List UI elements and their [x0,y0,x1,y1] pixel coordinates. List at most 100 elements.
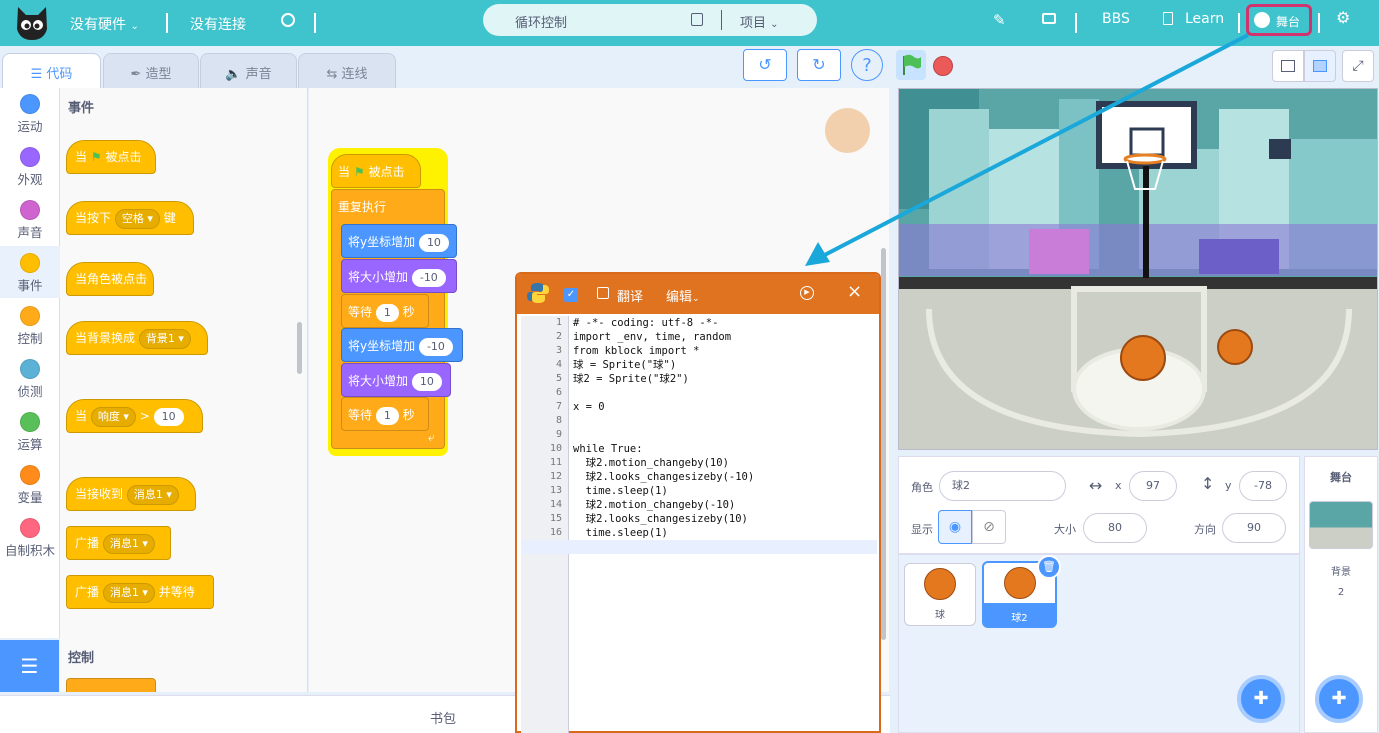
edit-menu[interactable]: 编辑⌄ [666,286,700,305]
line-number: 5 [555,373,562,384]
block-when-key-pressed[interactable]: 当按下 空格 ▾ 键 [66,201,194,235]
pencil-icon[interactable]: ✎ [993,11,1006,29]
direction-input[interactable]: 90 [1222,513,1286,543]
script-wait[interactable]: 等待 1 秒 [341,294,429,328]
script-change-y[interactable]: 将y坐标增加 10 [341,224,457,258]
checkbox-icon[interactable]: ✓ [564,288,578,302]
small-stage-button[interactable] [1272,50,1304,82]
block-broadcast[interactable]: 广播 消息1 ▾ [66,526,171,560]
divider [721,10,722,30]
script-when-flag-clicked[interactable]: 当 ⚑ 被点击 [331,154,421,188]
save-icon[interactable] [691,13,703,26]
workspace-scrollbar[interactable] [881,248,886,640]
palette-scrollbar[interactable] [297,322,302,374]
project-menu[interactable]: 项目 ⌄ [740,12,779,31]
message-dropdown[interactable]: 消息1 ▾ [102,583,155,603]
script-wait[interactable]: 等待 1 秒 [341,397,429,431]
category-operators[interactable]: 运算 [0,412,60,453]
x-input[interactable]: 97 [1129,471,1177,501]
block-text: 当背景换成 [75,331,136,345]
stage-mode-toggle[interactable]: 舞台 [1246,4,1312,36]
block-partial[interactable] [66,678,156,692]
line-number: 15 [549,513,562,524]
category-looks[interactable]: 外观 [0,147,60,188]
line-number: 7 [555,401,562,412]
block-text: 当 [75,150,88,164]
app-logo[interactable] [14,3,50,41]
show-hidden-button[interactable]: ⊘ [972,510,1006,544]
script-change-size[interactable]: 将大小增加 10 [341,363,451,397]
delete-sprite-button[interactable]: 🗑 [1037,555,1061,579]
category-sensing[interactable]: 侦测 [0,359,60,400]
sprite-thumbnail [1003,567,1036,599]
value-input[interactable]: 1 [375,407,399,425]
extensions-button[interactable]: ☰ [0,640,59,692]
code-line: while True: [573,443,643,455]
add-sprite-button[interactable]: ✚ [1237,675,1285,723]
sprite-name-input[interactable]: 球2 [939,471,1066,501]
ball2-sprite[interactable] [1217,329,1253,365]
value-input[interactable]: 10 [153,408,184,426]
message-dropdown[interactable]: 消息1 ▾ [126,485,179,505]
key-dropdown[interactable]: 空格 ▾ [114,209,160,229]
category-motion[interactable]: 运动 [0,94,60,135]
value-input[interactable]: 10 [411,373,442,391]
undo-button[interactable]: ↺ [743,49,787,81]
speaker-icon: 🔈 [225,67,242,82]
block-when-loudness[interactable]: 当 响度 ▾ > 10 [66,399,203,433]
category-events[interactable]: 事件 [0,246,60,298]
bbs-link[interactable]: BBS [1102,11,1130,27]
block-when-flag-clicked[interactable]: 当 ⚑ 被点击 [66,140,156,174]
fullscreen-button[interactable]: ⤢ [1342,50,1374,82]
gear-icon[interactable]: ⚙ [1336,8,1350,27]
category-variables[interactable]: 变量 [0,465,60,506]
tab-costumes[interactable]: ✒ 造型 [103,53,199,89]
hardware-menu[interactable]: 没有硬件 ⌄ [70,14,139,34]
script-change-y[interactable]: 将y坐标增加 -10 [341,328,463,362]
block-text: 当按下 [75,211,112,225]
tab-sounds[interactable]: 🔈 声音 [200,53,297,89]
project-name[interactable]: 循环控制 [515,12,567,31]
value-input[interactable]: 1 [375,304,399,322]
value-input[interactable]: 10 [418,234,449,252]
tab-wiring[interactable]: ⇆ 连线 [298,53,396,89]
message-dropdown[interactable]: 消息1 ▾ [102,534,155,554]
python-editor-window: ✓ 翻译 编辑⌄ ▶ × 1234567891011121314151617 #… [515,272,881,733]
tab-code[interactable]: ☰ 代码 [2,53,101,89]
line-number: 16 [549,527,562,538]
ball-sprite[interactable] [1120,335,1166,381]
y-input[interactable]: -78 [1239,471,1287,501]
block-when-receive[interactable]: 当接收到 消息1 ▾ [66,477,196,511]
connection-status[interactable]: 没有连接 [190,14,246,34]
block-text: 被点击 [105,150,142,164]
globe-icon[interactable] [281,13,295,27]
category-myblocks[interactable]: 自制积木 [0,518,60,559]
learn-link[interactable]: Learn [1185,11,1224,27]
size-label: 大小 [1054,523,1076,536]
script-change-size[interactable]: 将大小增加 -10 [341,259,457,293]
code-text-area[interactable]: # -*- coding: utf-8 -*- import _env, time… [573,316,873,733]
sensor-dropdown[interactable]: 响度 ▾ [90,407,136,427]
value-input[interactable]: -10 [411,269,446,287]
size-input[interactable]: 80 [1083,513,1147,543]
sprite-tile[interactable]: 球 [904,563,976,626]
show-visible-button[interactable]: ◉ [938,510,972,544]
value-input[interactable]: -10 [418,338,453,356]
add-backdrop-button[interactable]: ✚ [1315,675,1363,723]
backdrop-dropdown[interactable]: 背景1 ▾ [138,329,191,349]
category-control[interactable]: 控制 [0,306,60,347]
camera-icon[interactable] [1042,13,1056,24]
document-icon[interactable] [1163,12,1173,25]
block-when-sprite-clicked[interactable]: 当角色被点击 [66,262,154,296]
category-sound[interactable]: 声音 [0,200,60,241]
line-number: 8 [555,415,562,426]
block-text: 将y坐标增加 [348,235,416,249]
stage-selector-panel[interactable]: 舞台 背景 2 ✚ [1304,456,1378,733]
sprite-tile-label: 球2 [1011,613,1028,624]
translate-button[interactable]: 翻译 [617,286,643,305]
block-broadcast-and-wait[interactable]: 广播 消息1 ▾ 并等待 [66,575,214,609]
large-stage-button[interactable] [1304,50,1336,82]
block-text: 广播 [75,585,100,599]
block-when-backdrop-switches[interactable]: 当背景换成 背景1 ▾ [66,321,208,355]
